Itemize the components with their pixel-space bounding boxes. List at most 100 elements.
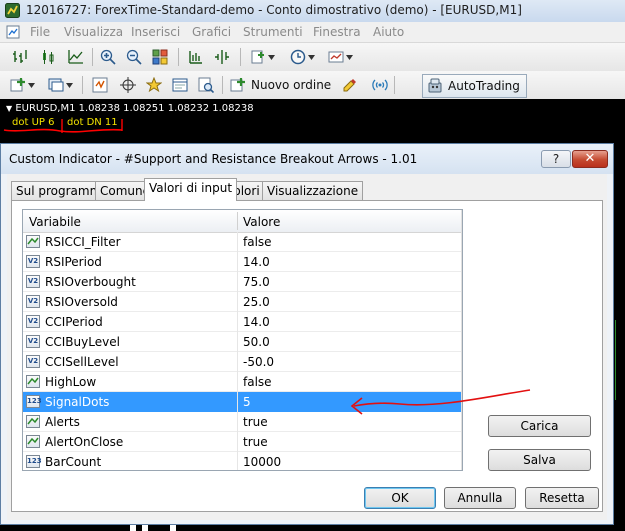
chevron-down-icon[interactable] xyxy=(266,47,276,67)
toolbar-separator xyxy=(240,48,241,66)
variable-name: RSIOversold xyxy=(45,295,118,309)
toolbar-separator xyxy=(82,76,83,94)
help-button[interactable]: ? xyxy=(541,150,571,168)
bool-icon xyxy=(26,375,40,388)
zoom-in-icon[interactable] xyxy=(98,47,118,67)
column-divider xyxy=(237,412,238,432)
market-watch-icon[interactable] xyxy=(90,75,110,95)
chart-shift-icon[interactable] xyxy=(186,47,206,67)
variable-value[interactable]: -50.0 xyxy=(243,355,274,369)
terminal-icon[interactable] xyxy=(170,75,190,95)
int-icon: 123 xyxy=(26,455,42,468)
column-divider xyxy=(237,312,238,332)
new-chart-icon[interactable] xyxy=(8,75,28,95)
variable-value[interactable]: false xyxy=(243,235,272,249)
tab-inputs[interactable]: Valori di input xyxy=(144,178,238,201)
navigator-star-icon[interactable] xyxy=(144,75,164,95)
bool-icon xyxy=(26,235,40,248)
tab-visualization[interactable]: Visualizzazione xyxy=(262,181,364,200)
indicators-list-icon[interactable] xyxy=(248,47,268,67)
menu-bar: File Visualizza Inserisci Grafici Strume… xyxy=(0,22,625,43)
chevron-down-icon: ▼ xyxy=(6,104,13,113)
variable-value[interactable]: 10000 xyxy=(243,455,281,469)
value-icon: V2 xyxy=(26,355,40,368)
menu-help[interactable]: Aiuto xyxy=(373,25,404,39)
toolbar-separator xyxy=(222,76,223,94)
menu-file[interactable]: File xyxy=(30,25,50,39)
tile-windows-icon[interactable] xyxy=(150,47,170,67)
signals-icon[interactable] xyxy=(370,75,390,95)
dialog-body: Sul programma Comune Valori di input Col… xyxy=(7,174,607,520)
table-scrollbar[interactable]: ▲ ▼ xyxy=(461,210,463,470)
variable-value[interactable]: false xyxy=(243,375,272,389)
menu-tools[interactable]: Strumenti xyxy=(243,25,303,39)
scroll-up-arrow-icon[interactable]: ▲ xyxy=(462,210,463,227)
autoscroll-icon[interactable] xyxy=(212,47,232,67)
variable-value[interactable]: true xyxy=(243,435,268,449)
chevron-down-icon[interactable] xyxy=(26,75,36,95)
column-divider xyxy=(237,392,238,412)
ok-button[interactable]: OK xyxy=(364,487,436,509)
bar-chart-icon[interactable] xyxy=(10,47,30,67)
new-order-icon xyxy=(230,78,245,92)
variable-value[interactable]: 14.0 xyxy=(243,255,270,269)
toolbar-separator xyxy=(92,48,93,66)
variable-value[interactable]: 25.0 xyxy=(243,295,270,309)
table-row[interactable]: V2 CCISellLevel -50.0 xyxy=(23,352,462,372)
periodicity-clock-icon[interactable] xyxy=(288,47,308,67)
menu-view[interactable]: Visualizza xyxy=(64,25,123,39)
column-divider xyxy=(237,272,238,292)
column-divider xyxy=(237,232,238,252)
column-header-value[interactable]: Valore xyxy=(243,215,280,229)
menu-window[interactable]: Finestra xyxy=(313,25,361,39)
table-row[interactable]: AlertOnClose true xyxy=(23,432,462,452)
column-divider xyxy=(237,332,238,352)
chart-document-icon xyxy=(6,25,20,39)
table-row[interactable]: V2 RSIOversold 25.0 xyxy=(23,292,462,312)
autotrading-button[interactable]: AutoTrading xyxy=(422,74,527,98)
profiles-icon[interactable] xyxy=(46,75,66,95)
variable-name: CCIPeriod xyxy=(45,315,103,329)
save-button[interactable]: Salva xyxy=(488,449,591,471)
table-row[interactable]: V2 CCIBuyLevel 50.0 xyxy=(23,332,462,352)
reset-button[interactable]: Resetta xyxy=(525,487,599,509)
variable-value[interactable]: 50.0 xyxy=(243,335,270,349)
variable-value[interactable]: true xyxy=(243,415,268,429)
candlestick-chart-icon[interactable] xyxy=(38,47,58,67)
chevron-down-icon[interactable] xyxy=(306,47,316,67)
strategy-tester-icon[interactable] xyxy=(196,75,216,95)
autotrading-label: AutoTrading xyxy=(448,79,520,93)
window-titlebar: 12016727: ForexTime-Standard-demo - Cont… xyxy=(0,0,625,22)
line-chart-icon[interactable] xyxy=(66,47,86,67)
scroll-down-arrow-icon[interactable]: ▼ xyxy=(462,453,463,470)
menu-charts[interactable]: Grafici xyxy=(192,25,231,39)
table-row[interactable]: V2 RSIPeriod 14.0 xyxy=(23,252,462,272)
chevron-down-icon[interactable] xyxy=(64,75,74,95)
menu-insert[interactable]: Inserisci xyxy=(131,25,180,39)
close-button[interactable]: ✕ xyxy=(572,150,608,168)
standard-toolbar: Nuovo ordine AutoTrading xyxy=(0,71,625,100)
column-divider xyxy=(237,452,238,470)
table-row[interactable]: V2 RSIOverbought 75.0 xyxy=(23,272,462,292)
templates-icon[interactable] xyxy=(326,47,346,67)
table-row[interactable]: 123 BarCount 10000 xyxy=(23,452,462,470)
chart-candle-fragment xyxy=(615,320,620,400)
value-icon: V2 xyxy=(26,275,40,288)
column-header-variable[interactable]: Variabile xyxy=(29,215,81,229)
dialog-titlebar: Custom Indicator - #Support and Resistan… xyxy=(1,144,613,174)
table-row[interactable]: RSICCI_Filter false xyxy=(23,232,462,252)
chevron-down-icon[interactable] xyxy=(344,47,354,67)
table-body: RSICCI_Filter false V2 RSIPeriod 14.0 V2 RSIOv… xyxy=(23,232,462,470)
cancel-button[interactable]: Annulla xyxy=(444,487,516,509)
toolbar-separator xyxy=(394,76,395,94)
variable-value[interactable]: 5 xyxy=(243,395,251,409)
variable-value[interactable]: 14.0 xyxy=(243,315,270,329)
zoom-out-icon[interactable] xyxy=(124,47,144,67)
new-order-button[interactable]: Nuovo ordine xyxy=(230,74,331,96)
crosshair-icon[interactable] xyxy=(118,75,138,95)
table-row[interactable]: V2 CCIPeriod 14.0 xyxy=(23,312,462,332)
variable-value[interactable]: 75.0 xyxy=(243,275,270,289)
metaeditor-icon[interactable] xyxy=(340,75,360,95)
variable-name: RSIOverbought xyxy=(45,275,136,289)
bool-icon xyxy=(26,415,40,428)
